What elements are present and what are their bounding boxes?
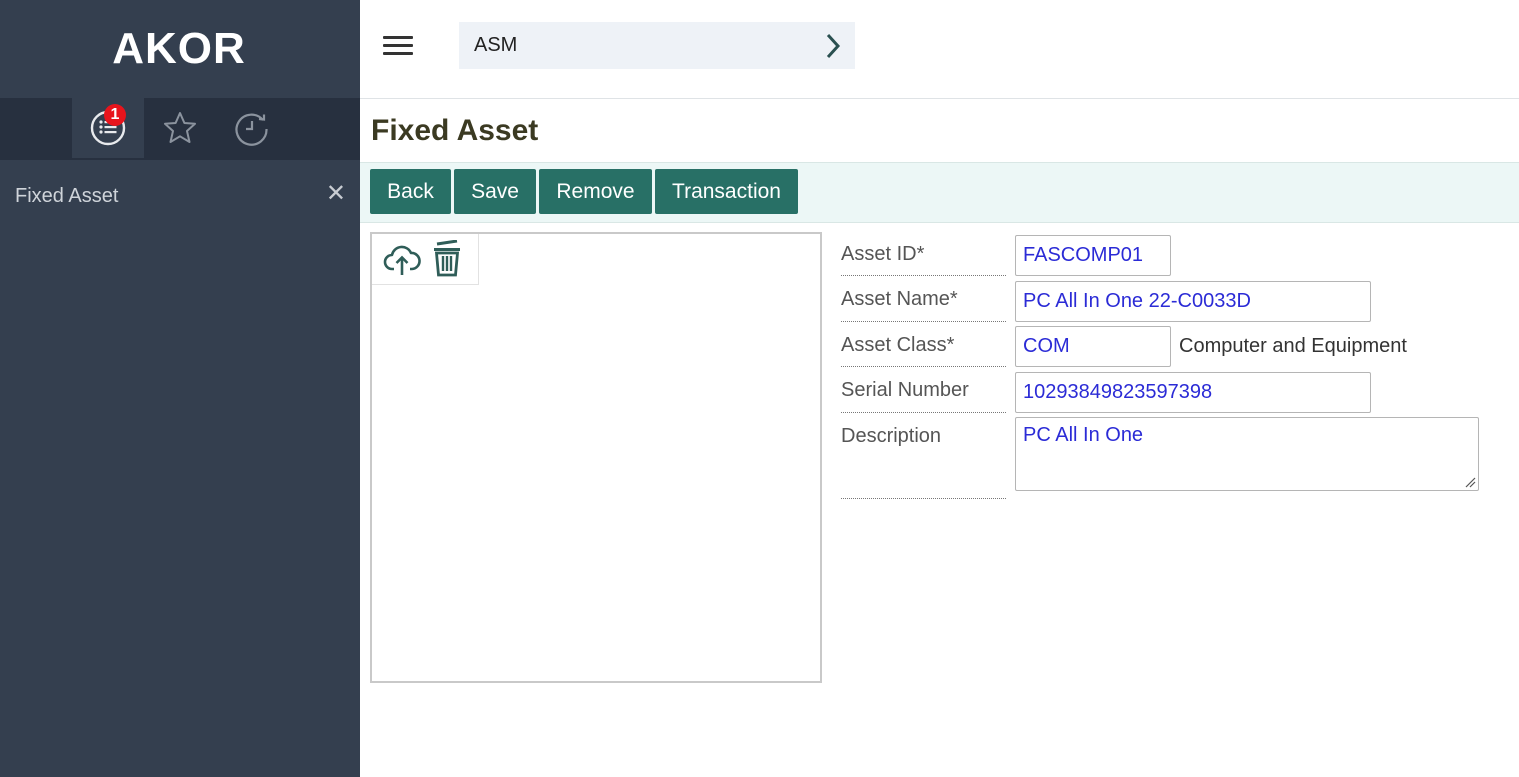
transaction-button[interactable]: Transaction — [655, 169, 798, 214]
asset-class-field[interactable]: COM — [1015, 326, 1171, 367]
star-icon — [164, 112, 196, 143]
history-icon — [235, 113, 268, 146]
chevron-right-icon — [826, 33, 841, 59]
sidebar-tab-favorites[interactable] — [144, 98, 216, 158]
asset-name-field[interactable]: PC All In One 22-C0033D — [1015, 281, 1371, 322]
asset-image-panel — [370, 232, 822, 683]
serial-number-label: Serial Number — [841, 379, 1006, 413]
description-label: Description — [841, 425, 1006, 499]
resize-grip-icon[interactable] — [1464, 476, 1476, 488]
action-toolbar: Back Save Remove Transaction — [360, 162, 1519, 223]
image-toolbar — [372, 234, 479, 285]
cloud-upload-icon[interactable] — [383, 240, 421, 278]
asset-class-description: Computer and Equipment — [1179, 335, 1407, 357]
notification-badge: 1 — [104, 104, 126, 126]
serial-number-field[interactable]: 10293849823597398 — [1015, 372, 1371, 413]
module-selector[interactable]: ASM — [459, 22, 855, 69]
page-title: Fixed Asset — [371, 114, 539, 147]
close-icon[interactable]: ✕ — [326, 182, 346, 206]
hamburger-menu-icon[interactable] — [383, 36, 413, 56]
top-bar: ASM — [360, 0, 1519, 99]
remove-button[interactable]: Remove — [539, 169, 652, 214]
description-textarea[interactable]: PC All In One — [1015, 417, 1479, 491]
asset-name-label: Asset Name* — [841, 288, 1006, 322]
back-button[interactable]: Back — [370, 169, 451, 214]
sidebar-tab-history[interactable] — [216, 98, 288, 158]
sidebar-item-fixed-asset[interactable]: Fixed Asset ✕ — [0, 160, 360, 232]
save-button[interactable]: Save — [454, 169, 536, 214]
sidebar-item-label: Fixed Asset — [15, 184, 119, 207]
trash-icon[interactable] — [430, 240, 464, 278]
sidebar: AKOR 1 Fixed Asset ✕ — [0, 0, 360, 777]
asset-id-label: Asset ID* — [841, 243, 1006, 276]
description-value: PC All In One — [1023, 424, 1144, 446]
sidebar-tabs: 1 — [0, 98, 360, 160]
sidebar-tab-menu[interactable]: 1 — [72, 98, 144, 158]
app-root: AKOR 1 Fixed Asset ✕ ASM Fixed Asset Bac… — [0, 0, 1519, 777]
brand-logo: AKOR — [112, 24, 246, 73]
module-label: ASM — [474, 34, 518, 56]
asset-class-label: Asset Class* — [841, 334, 1006, 367]
asset-id-field[interactable]: FASCOMP01 — [1015, 235, 1171, 276]
